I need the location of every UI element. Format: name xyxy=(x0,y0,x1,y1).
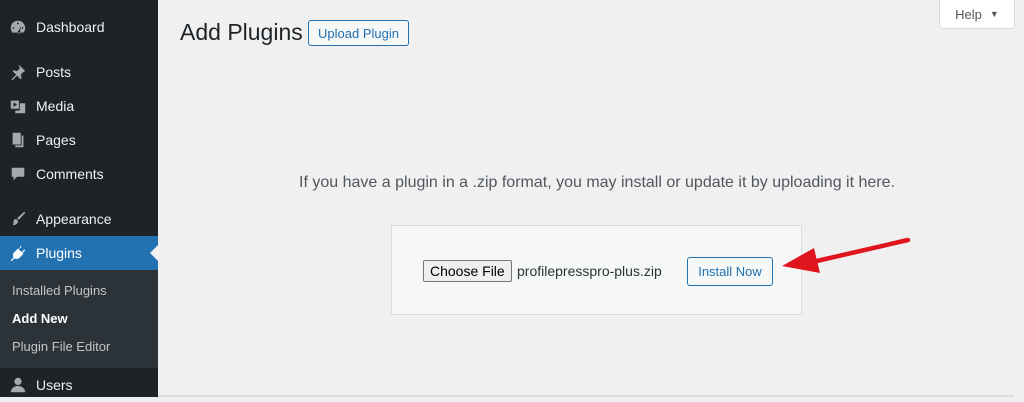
dashboard-icon xyxy=(8,17,28,37)
sidebar-item-label: Dashboard xyxy=(36,19,105,35)
user-icon xyxy=(8,375,28,395)
plug-icon xyxy=(8,243,28,263)
pages-icon xyxy=(8,130,28,150)
upload-form: Choose File profilepresspro-plus.zip Ins… xyxy=(391,225,802,315)
sidebar-item-label: Posts xyxy=(36,64,72,80)
sidebar-item-label: Appearance xyxy=(36,211,112,227)
sidebar-item-media[interactable]: Media xyxy=(0,89,158,123)
page-title: Add Plugins xyxy=(180,19,303,45)
sidebar-item-label: Users xyxy=(36,377,73,393)
sidebar-item-label: Pages xyxy=(36,132,76,148)
submenu-item-plugin-file-editor[interactable]: Plugin File Editor xyxy=(12,339,110,354)
selected-file-name: profilepresspro-plus.zip xyxy=(517,263,662,279)
submenu-item-installed-plugins[interactable]: Installed Plugins xyxy=(12,283,107,298)
sidebar-item-pages[interactable]: Pages xyxy=(0,123,158,157)
upload-instructions: If you have a plugin in a .zip format, y… xyxy=(299,174,895,191)
media-icon xyxy=(8,96,28,116)
pin-icon xyxy=(8,62,28,82)
paintbrush-icon xyxy=(8,209,28,229)
plugins-submenu: Installed Plugins Add New Plugin File Ed… xyxy=(0,270,158,368)
sidebar-item-comments[interactable]: Comments xyxy=(0,157,158,191)
sidebar-item-plugins[interactable]: Plugins xyxy=(0,236,158,270)
sidebar-item-label: Media xyxy=(36,98,75,114)
sidebar-item-label: Plugins xyxy=(36,245,82,261)
comment-icon xyxy=(8,164,28,184)
caret-down-icon: ▼ xyxy=(989,9,999,19)
sidebar-item-dashboard[interactable]: Dashboard xyxy=(0,10,158,44)
sidebar-item-posts[interactable]: Posts xyxy=(0,55,158,89)
sidebar-item-label: Comments xyxy=(36,166,104,182)
submenu-item-add-new[interactable]: Add New xyxy=(12,311,68,326)
sidebar-item-appearance[interactable]: Appearance xyxy=(0,202,158,236)
annotation-arrow-icon xyxy=(782,237,911,273)
choose-file-button[interactable]: Choose File xyxy=(423,260,512,282)
help-label: Help xyxy=(955,6,982,22)
install-now-button[interactable]: Install Now xyxy=(687,257,773,286)
admin-sidebar: Dashboard Posts Media Pages Comments App… xyxy=(0,0,158,397)
upload-plugin-button[interactable]: Upload Plugin xyxy=(308,20,409,46)
help-tab-button[interactable]: Help ▼ xyxy=(939,0,1015,29)
